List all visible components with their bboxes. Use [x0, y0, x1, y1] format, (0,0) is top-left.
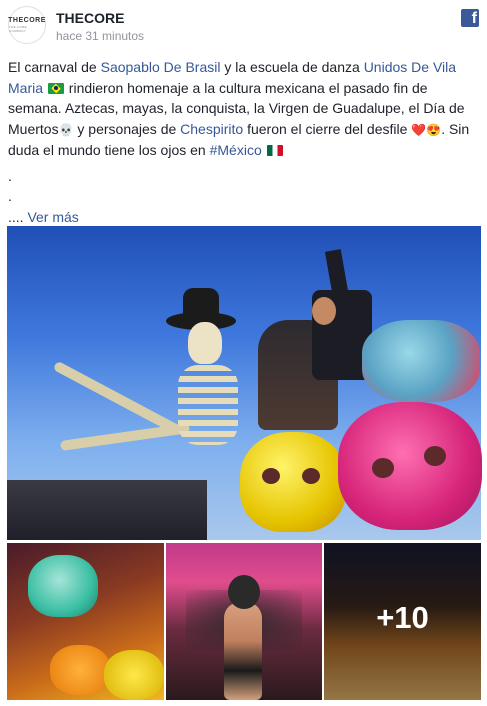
mexico-flag-icon	[266, 145, 283, 156]
text-segment: fueron el cierre del desfile	[243, 120, 412, 137]
photo-skull-eye	[372, 458, 394, 478]
photo-skull-eye	[262, 468, 280, 484]
post-header: THECORE THE CORE COMPANY THECORE hace 31…	[0, 0, 487, 52]
brazil-flag-icon	[47, 82, 64, 94]
photo-skeleton-skull	[188, 322, 222, 364]
dot-line: .	[8, 188, 12, 204]
avatar-logo-subtext: THE CORE COMPANY	[9, 25, 27, 33]
page-avatar[interactable]: THECORE THE CORE COMPANY	[8, 6, 46, 44]
saopablo-link[interactable]: Saopablo De Brasil	[101, 59, 221, 75]
ellipsis-text: ....	[8, 208, 24, 225]
photo-pink-skull	[338, 402, 482, 530]
photo-skeleton-ribs	[178, 365, 238, 445]
photo-yellow-skull	[240, 432, 346, 532]
post-paragraph: El carnaval de Saopablo De Brasil y la e…	[8, 57, 478, 161]
photo-orange-skull	[50, 645, 110, 695]
dot-line: .	[8, 167, 12, 184]
photo-painted-skull	[362, 320, 480, 402]
facebook-post: THECORE THE CORE COMPANY THECORE hace 31…	[0, 0, 487, 706]
photo-dancer-headdress	[228, 575, 260, 609]
mexico-hashtag-link[interactable]: #México	[210, 142, 262, 158]
photo-skull-eye	[424, 446, 446, 466]
avatar-logo-text: THECORE	[8, 17, 46, 24]
heart-emoji-icon: ❤️	[411, 122, 427, 137]
chespirito-link[interactable]: Chespirito	[180, 121, 243, 137]
facebook-icon[interactable]: f	[461, 9, 479, 27]
text-segment: y personajes de	[73, 120, 181, 137]
photo-skull-eye	[302, 468, 320, 484]
more-photos-count[interactable]: +10	[324, 598, 481, 638]
skull-emoji-icon: 💀	[58, 122, 74, 137]
see-more-link[interactable]: Ver más	[27, 209, 78, 225]
photo-yellow-skull	[104, 650, 164, 700]
photo-crowd	[7, 480, 207, 540]
photo-sombrero-crown	[183, 288, 219, 318]
photo-dancer	[224, 602, 262, 700]
photo-figure-head	[312, 297, 336, 325]
photo-teal-skull	[28, 555, 98, 617]
text-segment: El carnaval de	[8, 59, 101, 75]
heart-eyes-emoji-icon: 😍	[426, 122, 442, 137]
post-timestamp[interactable]: hace 31 minutos	[56, 29, 144, 43]
post-text: El carnaval de Saopablo De Brasil y la e…	[8, 57, 478, 227]
see-more-line: .... Ver más	[8, 207, 478, 228]
text-segment: y la escuela de danza	[220, 59, 364, 75]
page-name-link[interactable]: THECORE	[56, 10, 124, 26]
